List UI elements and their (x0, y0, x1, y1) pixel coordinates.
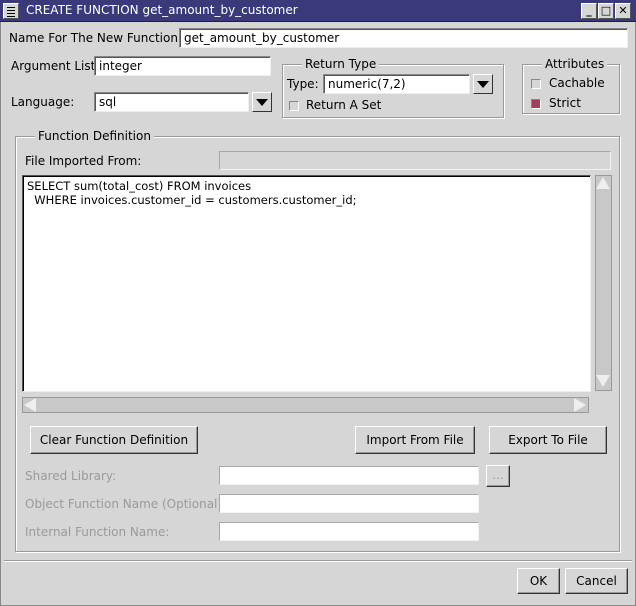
export-to-file-button[interactable]: Export To File (489, 426, 607, 454)
function-name-label: Name For The New Function: (9, 31, 182, 45)
return-type-title: Return Type (302, 57, 380, 71)
return-set-checkbox[interactable] (289, 101, 299, 111)
internal-function-name-label: Internal Function Name: (25, 525, 170, 539)
cachable-checkbox[interactable] (531, 79, 541, 89)
scroll-left-icon[interactable] (24, 398, 36, 412)
strict-checkbox[interactable] (531, 99, 541, 109)
language-dropdown-button[interactable] (252, 92, 272, 112)
object-function-name-label: Object Function Name (Optional): (25, 497, 227, 511)
attributes-title: Attributes (542, 57, 608, 71)
footer-separator (4, 560, 632, 562)
strict-label: Strict (549, 96, 581, 110)
shared-library-label: Shared Library: (25, 469, 117, 483)
cancel-button[interactable]: Cancel (565, 568, 628, 594)
shared-library-browse-button: ... (486, 465, 510, 487)
return-type-select[interactable]: numeric(7,2) (323, 74, 470, 94)
language-select[interactable]: sql (94, 92, 249, 112)
language-label: Language: (11, 95, 75, 109)
file-imported-field (219, 151, 611, 170)
ok-button[interactable]: OK (517, 568, 560, 594)
function-definition-editor[interactable]: SELECT sum(total_cost) FROM invoices WHE… (22, 175, 591, 392)
scroll-up-icon[interactable] (596, 177, 610, 189)
vertical-scrollbar[interactable] (595, 175, 612, 391)
argument-list-label: Argument List: (11, 59, 100, 73)
function-definition-title: Function Definition (35, 129, 154, 143)
scroll-right-icon[interactable] (574, 398, 586, 412)
return-set-label: Return A Set (306, 98, 382, 112)
type-label: Type: (287, 77, 319, 91)
maximize-button[interactable]: □ (598, 3, 614, 19)
window-title: CREATE FUNCTION get_amount_by_customer (26, 3, 298, 17)
close-button[interactable]: ✕ (615, 3, 631, 19)
cachable-label: Cachable (549, 76, 605, 90)
minimize-button[interactable]: _ (581, 3, 597, 19)
internal-function-name-input (219, 522, 479, 541)
scroll-down-icon[interactable] (596, 375, 610, 387)
clear-function-definition-button[interactable]: Clear Function Definition (30, 426, 198, 454)
horizontal-scrollbar[interactable] (22, 397, 589, 413)
window-menu-icon[interactable] (3, 3, 19, 19)
function-name-input[interactable]: get_amount_by_customer (179, 28, 628, 48)
object-function-name-input (219, 494, 479, 513)
title-bar[interactable]: CREATE FUNCTION get_amount_by_customer _… (0, 0, 636, 22)
argument-list-input[interactable]: integer (94, 56, 271, 76)
return-type-dropdown-button[interactable] (473, 74, 493, 94)
shared-library-input (219, 466, 479, 485)
import-from-file-button[interactable]: Import From File (355, 426, 475, 454)
file-imported-label: File Imported From: (25, 154, 142, 168)
